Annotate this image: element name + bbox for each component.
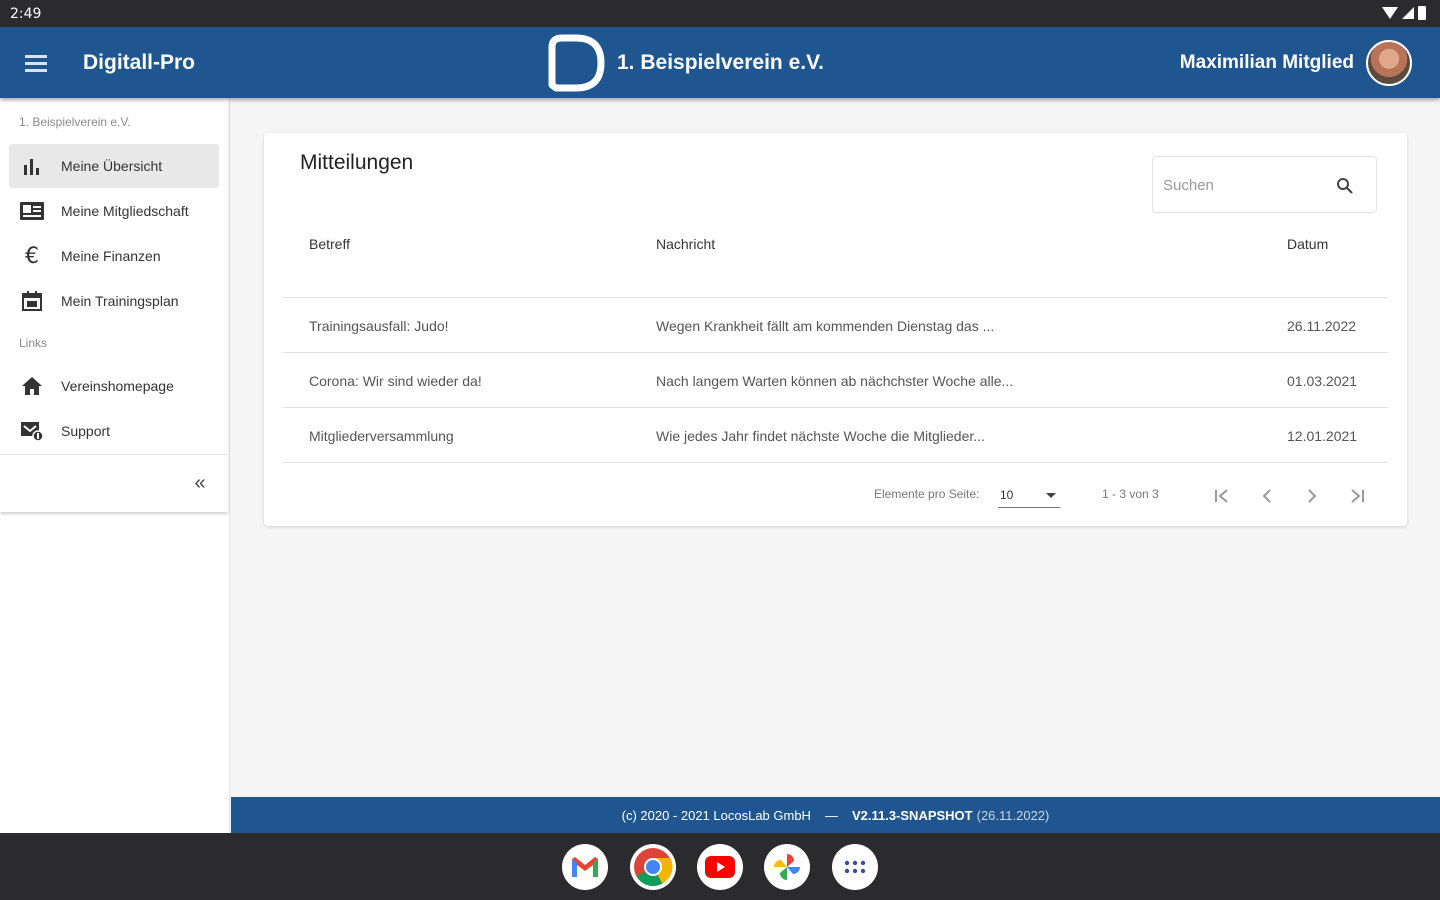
- previous-page-button[interactable]: [1252, 481, 1282, 511]
- pagination-range: 1 - 3 von 3: [1102, 487, 1159, 501]
- photos-icon[interactable]: [764, 844, 810, 890]
- column-header-subject[interactable]: Betreff: [309, 236, 350, 252]
- club-logo-icon: [548, 34, 605, 92]
- cell-message: Wegen Krankheit fällt am kommenden Diens…: [656, 318, 995, 334]
- cell-subject: Corona: Wir sind wieder da!: [309, 373, 482, 389]
- next-page-button[interactable]: [1297, 481, 1327, 511]
- items-per-page-value: 10: [1000, 488, 1014, 502]
- cell-subject: Trainingsausfall: Judo!: [309, 318, 449, 334]
- bar-chart-icon: [9, 144, 55, 188]
- column-header-date[interactable]: Datum: [1287, 236, 1328, 252]
- hamburger-icon: [25, 54, 47, 58]
- chrome-icon[interactable]: [630, 844, 676, 890]
- footer-separator: —: [824, 807, 838, 823]
- row-divider: [282, 462, 1388, 463]
- sidebar-link-support[interactable]: Support: [9, 409, 219, 453]
- sidebar-club-caption: 1. Beispielverein e.V.: [19, 115, 131, 129]
- chevron-right-icon: [1308, 489, 1317, 503]
- table-row[interactable]: Corona: Wir sind wieder da! Nach langem …: [282, 353, 1388, 407]
- sidebar-panel: 1. Beispielverein e.V. Meine Übersicht M…: [0, 98, 228, 512]
- page-title: Mitteilungen: [300, 151, 414, 174]
- footer-version: V2.11.3-SNAPSHOT: [851, 807, 973, 823]
- table-row[interactable]: Mitgliederversammlung Wie jedes Jahr fin…: [282, 408, 1388, 462]
- sidebar-item-label: Mein Trainingsplan: [61, 293, 179, 309]
- sidebar-item-label: Meine Finanzen: [61, 248, 161, 264]
- items-per-page-label: Elemente pro Seite:: [874, 487, 980, 501]
- system-taskbar: [0, 833, 1440, 900]
- search-input[interactable]: [1163, 174, 1323, 196]
- first-page-button[interactable]: [1207, 481, 1237, 511]
- footer-build-date: (26.11.2022): [976, 807, 1050, 823]
- sidebar-item-label: Vereinshomepage: [61, 378, 174, 394]
- search-icon[interactable]: [1336, 177, 1354, 195]
- sidebar-item-label: Meine Mitgliedschaft: [61, 203, 189, 219]
- cell-date: 12.01.2021: [1287, 428, 1358, 444]
- cell-date: 01.03.2021: [1287, 373, 1358, 389]
- status-icons: [1382, 6, 1426, 20]
- column-header-message[interactable]: Nachricht: [656, 236, 715, 252]
- sidebar-item-finances[interactable]: € Meine Finanzen: [9, 234, 219, 278]
- table-row[interactable]: Trainingsausfall: Judo! Wegen Krankheit …: [282, 298, 1388, 352]
- app-bar: Digitall-Pro 1. Beispielverein e.V. Maxi…: [0, 27, 1440, 98]
- sidebar-link-homepage[interactable]: Vereinshomepage: [9, 364, 219, 408]
- menu-button[interactable]: [20, 49, 52, 77]
- app-title: Digitall-Pro: [83, 51, 196, 74]
- status-time: 2:49: [10, 6, 42, 22]
- avatar[interactable]: [1366, 40, 1412, 86]
- club-name: 1. Beispielverein e.V.: [617, 51, 825, 74]
- footer-copyright: (c) 2020 - 2021 LocosLab GmbH: [621, 807, 811, 823]
- id-card-icon: [9, 189, 55, 233]
- calendar-icon: [9, 279, 55, 323]
- cell-message: Nach langem Warten können ab nächchster …: [656, 373, 1014, 389]
- sidebar-links-caption: Links: [19, 336, 48, 350]
- items-per-page-select[interactable]: 10: [998, 482, 1060, 508]
- sidebar-item-membership[interactable]: Meine Mitgliedschaft: [9, 189, 219, 233]
- sidebar-item-training-plan[interactable]: Mein Trainingsplan: [9, 279, 219, 323]
- signal-icon: [1402, 7, 1414, 19]
- dropdown-arrow-icon: [1046, 493, 1056, 498]
- youtube-icon[interactable]: [697, 844, 743, 890]
- system-status-bar: 2:49: [0, 0, 1440, 27]
- messages-card: Mitteilungen Betreff Nachricht Datum Tra…: [264, 133, 1407, 526]
- wifi-icon: [1382, 7, 1398, 19]
- double-chevron-left-icon: «: [194, 472, 206, 494]
- last-page-button[interactable]: [1342, 481, 1372, 511]
- euro-icon: €: [25, 243, 39, 269]
- cell-date: 26.11.2022: [1287, 318, 1357, 334]
- home-icon: [9, 364, 55, 408]
- sidebar: 1. Beispielverein e.V. Meine Übersicht M…: [0, 98, 230, 833]
- cell-subject: Mitgliederversammlung: [309, 428, 454, 444]
- last-page-icon: [1351, 489, 1364, 503]
- sidebar-item-label: Meine Übersicht: [61, 158, 163, 174]
- user-name[interactable]: Maximilian Mitglied: [1180, 52, 1354, 74]
- chevron-left-icon: [1262, 489, 1271, 503]
- sidebar-divider: [0, 454, 228, 455]
- first-page-icon: [1215, 489, 1228, 503]
- sidebar-item-label: Support: [61, 423, 111, 439]
- gmail-icon[interactable]: [562, 844, 608, 890]
- search-box[interactable]: [1152, 156, 1377, 213]
- footer: (c) 2020 - 2021 LocosLab GmbH — V2.11.3-…: [231, 797, 1440, 833]
- support-icon: [9, 409, 55, 453]
- cell-message: Wie jedes Jahr findet nächste Woche die …: [656, 428, 985, 444]
- app-drawer-icon[interactable]: [832, 844, 878, 890]
- battery-icon: [1418, 6, 1426, 20]
- collapse-sidebar-button[interactable]: «: [188, 472, 212, 496]
- sidebar-item-overview[interactable]: Meine Übersicht: [9, 144, 219, 188]
